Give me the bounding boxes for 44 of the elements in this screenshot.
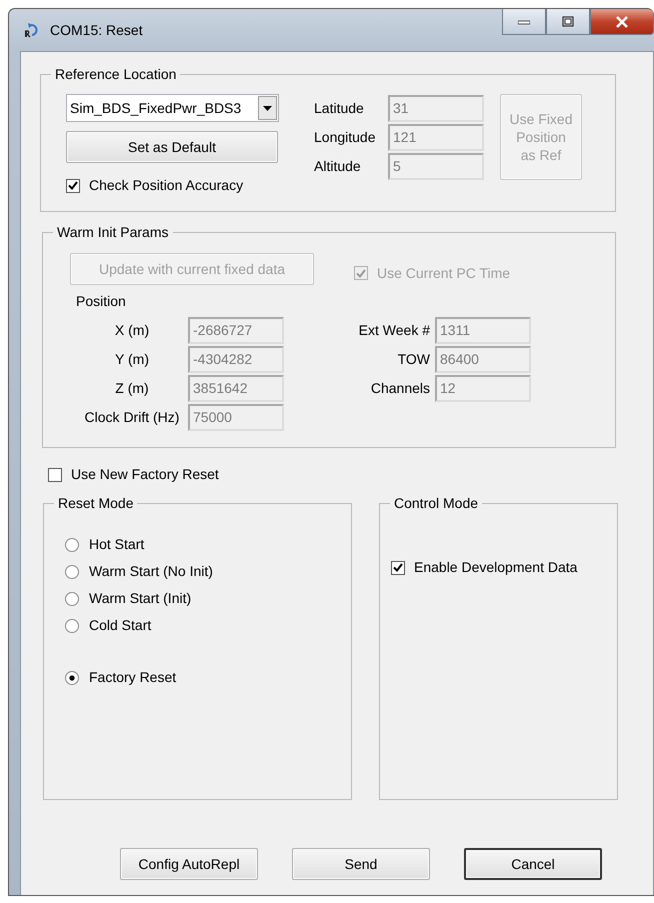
checkbox-label: Check Position Accuracy (89, 176, 244, 195)
field-label: Latitude (314, 100, 364, 116)
dropdown-arrow-button[interactable] (258, 96, 277, 120)
close-button[interactable] (590, 9, 654, 35)
radio-dot-icon (69, 674, 75, 680)
field-label: X (m) (114, 321, 150, 340)
dropdown-value: Sim_BDS_FixedPwr_BDS3 (69, 98, 242, 118)
maximize-icon (562, 16, 574, 27)
dialog-button[interactable]: Send (292, 848, 430, 880)
dialog-button[interactable]: Cancel (464, 848, 602, 880)
field-label: Clock Drift (Hz) (84, 408, 180, 427)
radio-button[interactable] (65, 564, 79, 578)
checkbox[interactable] (66, 178, 80, 192)
dropdown[interactable]: Sim_BDS_FixedPwr_BDS3 (66, 94, 279, 122)
radio-button[interactable] (65, 538, 79, 552)
caret-icon (263, 106, 272, 110)
radio-button[interactable] (65, 618, 79, 632)
field-label: Altitude (314, 158, 361, 174)
radio-label: Warm Start (Init) (89, 589, 192, 608)
checkbox-label: Enable Development Data (414, 558, 578, 577)
field-label: Z (m) (115, 379, 149, 398)
radio-label: Warm Start (No Init) (89, 562, 213, 581)
checkbox[interactable] (48, 468, 62, 482)
field-label: Longitude (314, 129, 376, 145)
radio-button[interactable] (65, 670, 79, 684)
field-label: Channels (370, 379, 430, 398)
radio-label: Factory Reset (89, 668, 176, 687)
field-label: TOW (398, 350, 430, 369)
maximize-button[interactable] (546, 9, 590, 35)
section-label: Position (76, 292, 127, 311)
close-icon (615, 16, 629, 28)
dialog-button[interactable]: Config AutoRepl (120, 848, 258, 880)
field-label: Y (m) (115, 350, 149, 369)
minimize-button[interactable] (502, 9, 546, 35)
set-default-button[interactable]: Set as Default (66, 131, 278, 163)
field-label: Ext Week # (358, 321, 430, 340)
minimize-icon (518, 18, 530, 24)
window-title: COM15: Reset (50, 20, 143, 40)
checkbox-label: Use New Factory Reset (71, 465, 219, 484)
checkbox[interactable] (391, 560, 405, 574)
radio-label: Cold Start (89, 616, 152, 635)
checkbox-label: Use Current PC Time (377, 264, 510, 282)
radio-button[interactable] (65, 592, 79, 606)
radio-label: Hot Start (89, 535, 144, 554)
